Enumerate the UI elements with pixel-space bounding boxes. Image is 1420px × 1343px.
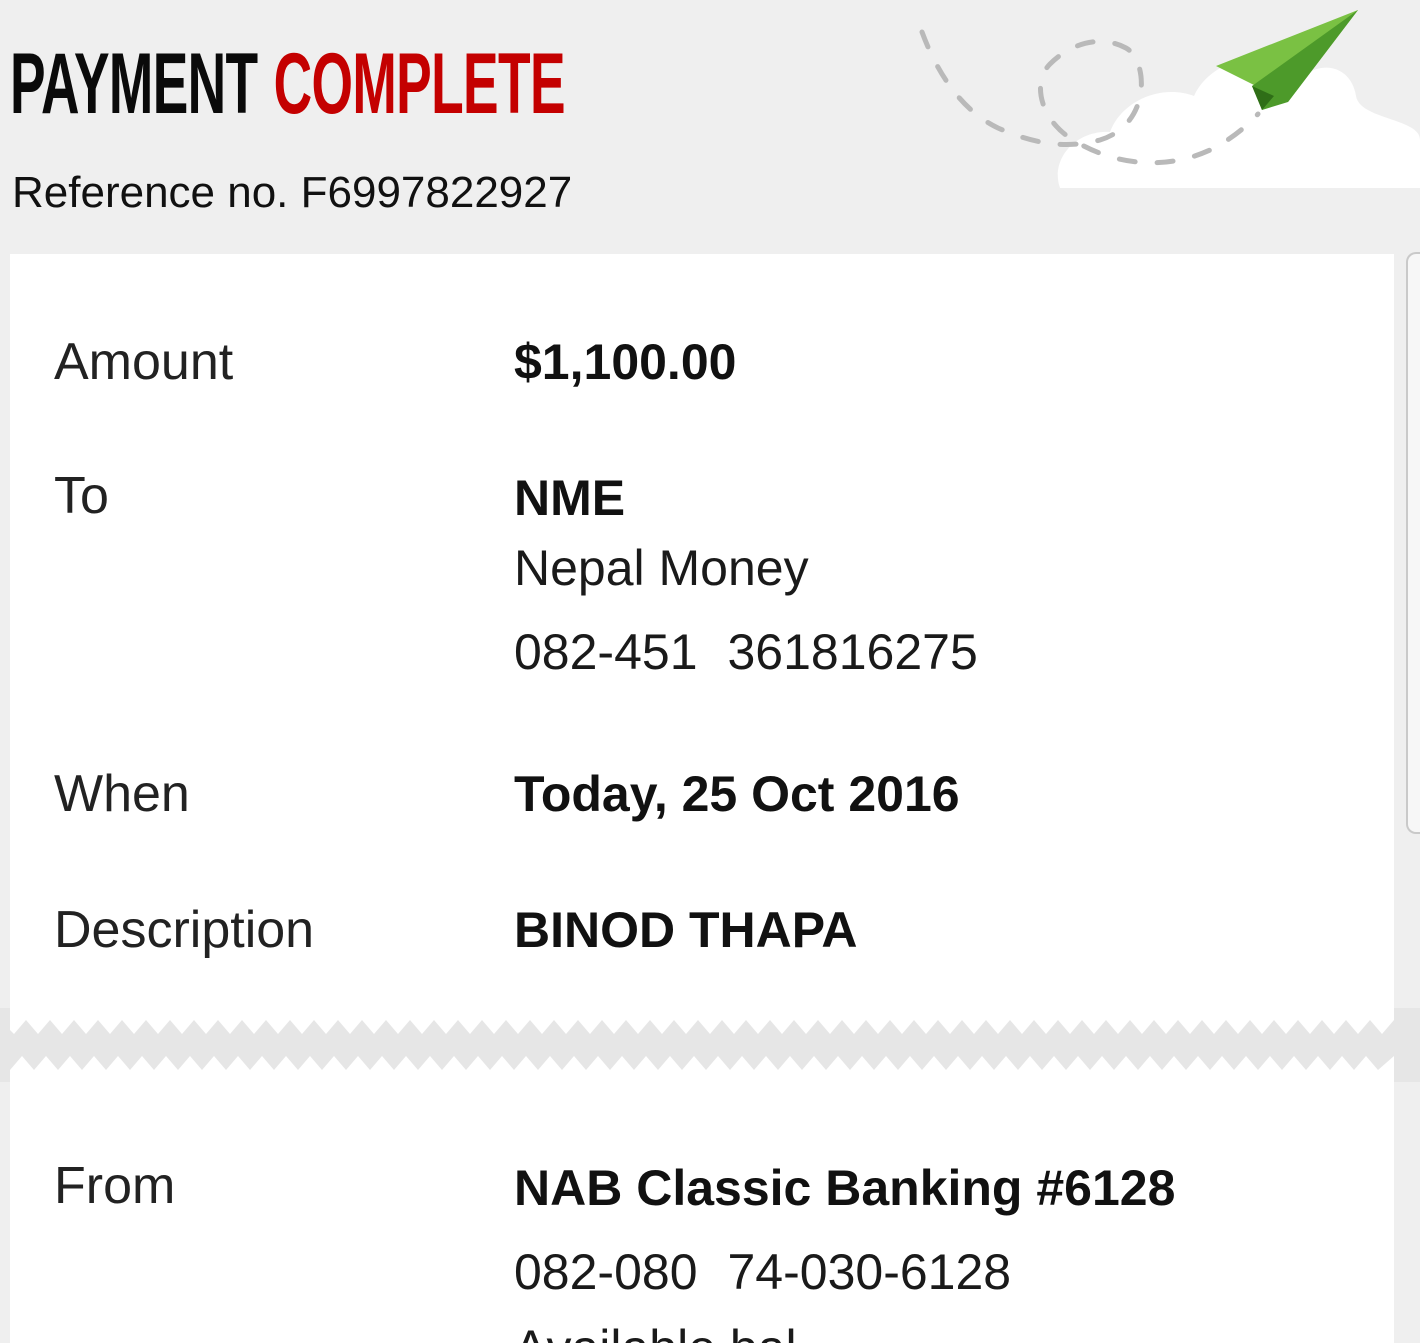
amount-label: Amount bbox=[54, 333, 234, 391]
page-title-word-complete: COMPLETE bbox=[273, 36, 566, 132]
payment-details-card: Amount $1,100.00 To NME Nepal Money 082-… bbox=[10, 254, 1394, 1012]
amount-value: $1,100.00 bbox=[514, 334, 737, 390]
payee-bsb: 082-451 bbox=[514, 624, 698, 680]
from-bsb: 082-080 bbox=[514, 1244, 698, 1300]
page-title: PAYMENT COMPLETE bbox=[10, 36, 566, 132]
when-value: Today, 25 Oct 2016 bbox=[514, 766, 960, 822]
from-label: From bbox=[54, 1157, 176, 1215]
payment-complete-screen: PAYMENT COMPLETE Reference no. F699782292… bbox=[0, 0, 1420, 1343]
from-account-number: 74-030-6128 bbox=[727, 1244, 1012, 1300]
description-label: Description bbox=[54, 901, 315, 959]
available-balance-partial: Available bal bbox=[514, 1318, 797, 1343]
page-title-word-payment: PAYMENT bbox=[10, 36, 258, 132]
description-value: BINOD THAPA bbox=[514, 902, 858, 958]
payee-account-number: 361816275 bbox=[727, 624, 978, 680]
header: PAYMENT COMPLETE Reference no. F699782292… bbox=[0, 0, 1420, 250]
reference-number: Reference no. F6997822927 bbox=[12, 168, 573, 217]
scrollbar[interactable] bbox=[1406, 252, 1420, 834]
payee-name: Nepal Money bbox=[514, 540, 809, 596]
payee-code: NME bbox=[514, 470, 626, 526]
when-label: When bbox=[54, 765, 190, 823]
paper-plane-icon bbox=[919, 10, 1420, 188]
to-label: To bbox=[54, 467, 109, 525]
from-account-card: From NAB Classic Banking #6128 082-080 74… bbox=[10, 1078, 1394, 1343]
from-account-numbers: 082-080 74-030-6128 bbox=[514, 1242, 1011, 1302]
cloud-icon bbox=[1057, 58, 1420, 188]
from-account-name: NAB Classic Banking #6128 bbox=[514, 1160, 1176, 1216]
payee-account: 082-451 361816275 bbox=[514, 622, 978, 682]
receipt-tear-divider bbox=[0, 1008, 1420, 1082]
